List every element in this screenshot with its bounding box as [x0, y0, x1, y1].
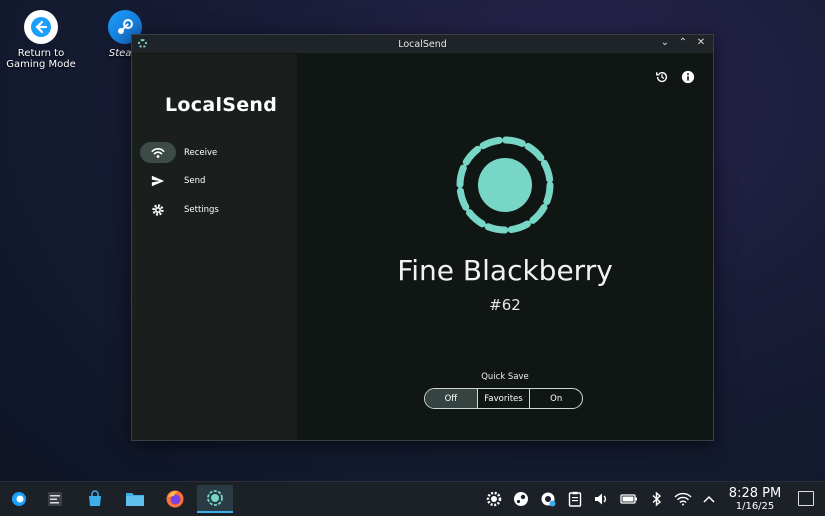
quick-save-favorites-option[interactable]: Favorites: [478, 389, 531, 408]
sidebar-item-label: Send: [184, 176, 206, 186]
sidebar-item-label: Receive: [184, 147, 218, 158]
steam-gear-icon[interactable]: [485, 490, 503, 508]
main-top-icons: [655, 70, 695, 84]
task-manager-icon[interactable]: [37, 485, 73, 513]
steam-update-icon[interactable]: [539, 490, 557, 508]
return-arrow-icon: [24, 10, 58, 44]
sidebar-item-receive[interactable]: Receive: [140, 142, 290, 163]
minimize-icon[interactable]: ⌄: [659, 37, 671, 48]
taskbar: 8:28 PM 1/16/25: [0, 481, 825, 516]
quick-save-on-option[interactable]: On: [530, 389, 582, 408]
quick-save-toggle: Off Favorites On: [424, 388, 583, 409]
steam-icon[interactable]: [512, 490, 530, 508]
history-icon[interactable]: [655, 70, 669, 84]
system-clock[interactable]: 8:28 PM 1/16/25: [724, 486, 786, 513]
sidebar-item-send[interactable]: Send: [140, 171, 290, 192]
window-title: LocalSend: [398, 38, 447, 50]
window-controls: ⌄ ⌃ ✕: [659, 37, 707, 48]
receive-panel: Fine Blackberry #62 Quick Save Off Favor…: [297, 54, 713, 440]
app-brand: LocalSend: [165, 94, 278, 116]
steamos-menu-icon[interactable]: [1, 485, 37, 513]
sidebar-nav: Receive Send Settings: [140, 142, 290, 228]
battery-icon[interactable]: [620, 490, 638, 508]
quick-save-label: Quick Save: [481, 372, 529, 382]
device-name: Fine Blackberry: [397, 254, 613, 287]
localsend-app-icon: [138, 39, 147, 48]
show-desktop-button[interactable]: [798, 491, 814, 506]
volume-icon[interactable]: [592, 490, 610, 508]
discover-store-icon[interactable]: [77, 485, 113, 513]
clock-time: 8:28 PM: [728, 486, 782, 501]
sidebar-item-settings[interactable]: Settings: [140, 199, 290, 220]
desktop-icon-label: Return to Gaming Mode: [6, 48, 76, 70]
maximize-icon[interactable]: ⌃: [677, 37, 689, 48]
sidebar-item-label: Settings: [184, 204, 219, 215]
gear-icon: [140, 199, 176, 220]
localsend-logo-icon: [456, 136, 554, 234]
wifi-icon: [140, 142, 176, 163]
firefox-icon[interactable]: [157, 485, 193, 513]
info-icon[interactable]: [681, 70, 695, 84]
chevron-up-icon[interactable]: [700, 490, 718, 508]
clipboard-icon[interactable]: [566, 490, 584, 508]
quick-save-off-option[interactable]: Off: [425, 389, 478, 408]
clock-date: 1/16/25: [735, 501, 775, 512]
device-id: #62: [489, 296, 521, 314]
file-manager-icon[interactable]: [117, 485, 153, 513]
close-icon[interactable]: ✕: [695, 37, 707, 48]
wifi-tray-icon[interactable]: [674, 490, 692, 508]
localsend-window: LocalSend ⌄ ⌃ ✕ LocalSend Receive Send S…: [131, 34, 714, 441]
desktop-icon-return-to-gaming-mode[interactable]: Return to Gaming Mode: [4, 10, 78, 70]
sidebar: LocalSend Receive Send Settings: [132, 54, 297, 440]
localsend-taskbar-icon[interactable]: [197, 485, 233, 513]
bluetooth-icon[interactable]: [648, 490, 666, 508]
window-titlebar[interactable]: LocalSend ⌄ ⌃ ✕: [132, 35, 713, 53]
send-icon: [140, 171, 176, 192]
